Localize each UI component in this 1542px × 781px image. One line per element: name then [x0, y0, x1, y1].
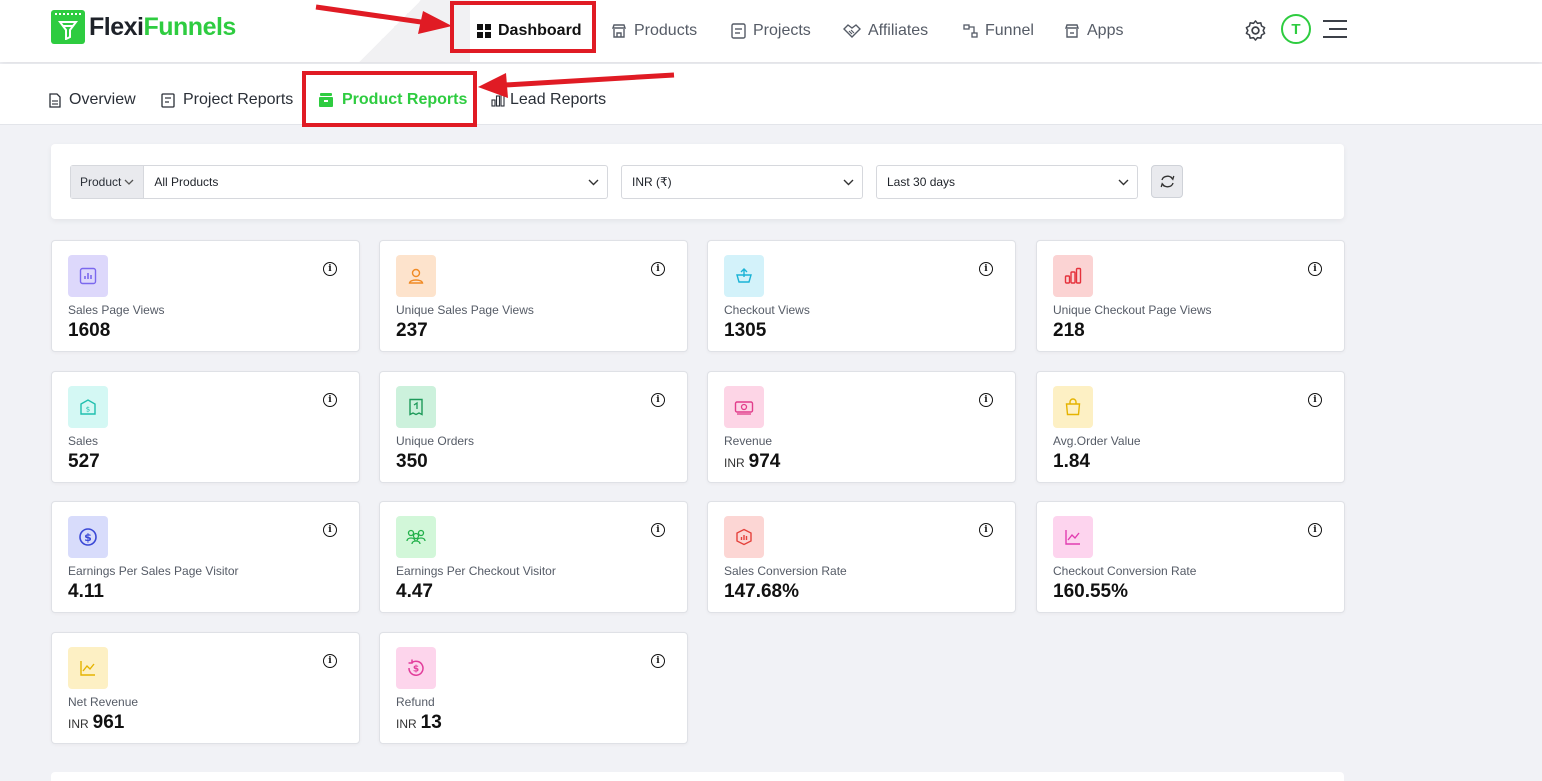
- annotation-arrows: [315, 4, 675, 98]
- annotation-arrow-line: [504, 72, 675, 88]
- annotation-arrow-head: [418, 11, 452, 34]
- annotation-arrow-line: [315, 4, 429, 26]
- annotation-arrow-head: [478, 73, 508, 98]
